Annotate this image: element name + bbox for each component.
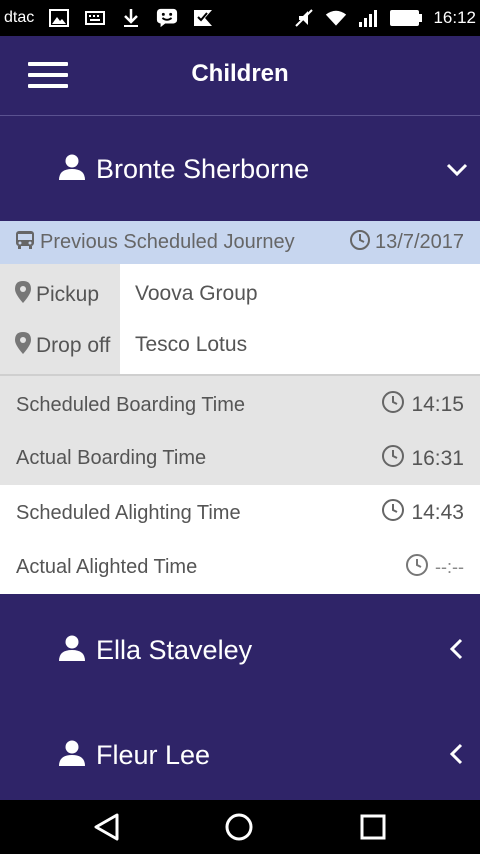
journey-date: 13/7/2017 <box>375 231 464 253</box>
download-icon <box>120 8 142 28</box>
chevron-left-icon[interactable] <box>444 741 470 767</box>
actual-alighted-row: Actual Alighted Time --:-- <box>0 541 480 594</box>
image-icon <box>48 8 70 28</box>
flag-icon <box>192 8 214 28</box>
recents-icon[interactable] <box>358 812 388 847</box>
journey-locations: Pickup Voova Group Drop off Tesco Lotus <box>0 264 480 376</box>
pickup-label: Pickup <box>36 283 100 306</box>
actual-boarding-row: Actual Boarding Time 16:31 <box>0 432 480 485</box>
dropoff-row: Drop off <box>0 331 110 361</box>
mute-icon <box>293 8 315 28</box>
person-icon <box>58 634 86 667</box>
time-value: 14:15 <box>411 393 464 416</box>
clock-icon <box>381 444 405 474</box>
status-bar: dtac 16:12 <box>0 0 480 36</box>
chevron-down-icon[interactable] <box>444 157 470 183</box>
child-name: Bronte Sherborne <box>96 154 310 184</box>
map-pin-icon <box>14 331 32 361</box>
scheduled-boarding-row: Scheduled Boarding Time 14:15 <box>0 376 480 432</box>
time-label: Scheduled Alighting Time <box>16 501 241 524</box>
clock-icon <box>381 390 405 420</box>
navigation-bar <box>0 800 480 854</box>
chevron-left-icon[interactable] <box>444 636 470 662</box>
dropoff-value: Tesco Lotus <box>135 333 248 356</box>
clock-icon <box>405 553 429 582</box>
journey-header: Previous Scheduled Journey 13/7/2017 <box>0 221 480 264</box>
clock-icon <box>349 229 371 257</box>
home-icon[interactable] <box>224 812 254 847</box>
keyboard-icon <box>84 8 106 28</box>
scheduled-alighting-row: Scheduled Alighting Time 14:43 <box>0 485 480 541</box>
pickup-row: Pickup <box>0 280 99 310</box>
wifi-icon <box>325 8 347 28</box>
child-item-fleur[interactable]: Fleur Lee <box>0 699 480 800</box>
app-bar: Children <box>0 36 480 116</box>
child-name: Ella Staveley <box>96 635 253 665</box>
time-label: Scheduled Boarding Time <box>16 393 246 416</box>
back-icon[interactable] <box>92 812 122 847</box>
journey-label: Previous Scheduled Journey <box>40 231 295 253</box>
dropoff-label: Drop off <box>36 334 111 357</box>
carrier-label: dtac <box>4 9 35 26</box>
child-name: Fleur Lee <box>96 740 211 770</box>
pickup-value: Voova Group <box>135 282 258 305</box>
person-icon <box>58 739 86 772</box>
battery-icon <box>389 8 423 28</box>
clock: 16:12 <box>433 8 476 27</box>
time-label: Actual Alighted Time <box>16 556 198 578</box>
time-value: 14:43 <box>411 501 464 524</box>
child-item-bronte[interactable]: Bronte Sherborne <box>0 117 480 221</box>
time-value: 16:31 <box>411 446 464 470</box>
page-title: Children <box>191 60 289 87</box>
bus-icon <box>14 229 36 257</box>
time-label: Actual Boarding Time <box>16 447 207 469</box>
emoji-icon <box>156 8 178 28</box>
signal-icon <box>357 8 379 28</box>
person-icon <box>58 153 86 186</box>
map-pin-icon <box>14 280 32 310</box>
time-value: --:-- <box>435 557 464 577</box>
clock-icon <box>381 498 405 528</box>
child-item-ella[interactable]: Ella Staveley <box>0 594 480 699</box>
